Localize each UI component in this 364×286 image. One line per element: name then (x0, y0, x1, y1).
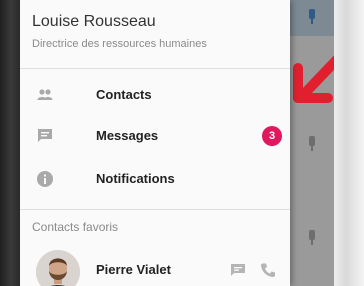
pin-icon (309, 9, 315, 24)
background-list-item (290, 200, 334, 286)
avatar (36, 250, 80, 286)
nav-label-contacts: Contacts (96, 87, 152, 102)
divider (20, 209, 290, 210)
favorites-section-title: Contacts favoris (32, 220, 119, 234)
phone-screen: Louise Rousseau Directrice des ressource… (20, 0, 334, 286)
pin-icon (309, 136, 315, 151)
device-bezel-left (0, 0, 20, 286)
pin-icon (309, 230, 315, 245)
nav-label-notifications: Notifications (96, 171, 175, 186)
navigation-drawer: Louise Rousseau Directrice des ressource… (20, 0, 290, 286)
message-icon[interactable] (230, 262, 246, 278)
nav-label-messages: Messages (96, 128, 159, 143)
people-icon (37, 89, 53, 100)
contact-name: Pierre Vialet (96, 262, 171, 277)
divider (20, 68, 290, 69)
user-name: Louise Rousseau (32, 13, 156, 30)
favorite-contact-row[interactable]: Pierre Vialet (20, 246, 290, 286)
user-role: Directrice des ressources humaines (32, 38, 207, 50)
device-bezel-right (334, 0, 364, 286)
background-header (290, 0, 334, 37)
background-list-item (290, 118, 334, 201)
info-icon (37, 171, 53, 187)
nav-item-messages[interactable]: Messages 3 (20, 116, 290, 156)
messages-count-badge: 3 (262, 126, 282, 146)
nav-item-contacts[interactable]: Contacts (20, 75, 290, 115)
annotation-arrow-icon (293, 55, 334, 103)
message-icon (38, 129, 52, 142)
nav-item-notifications[interactable]: Notifications (20, 159, 290, 199)
phone-icon[interactable] (260, 262, 276, 278)
